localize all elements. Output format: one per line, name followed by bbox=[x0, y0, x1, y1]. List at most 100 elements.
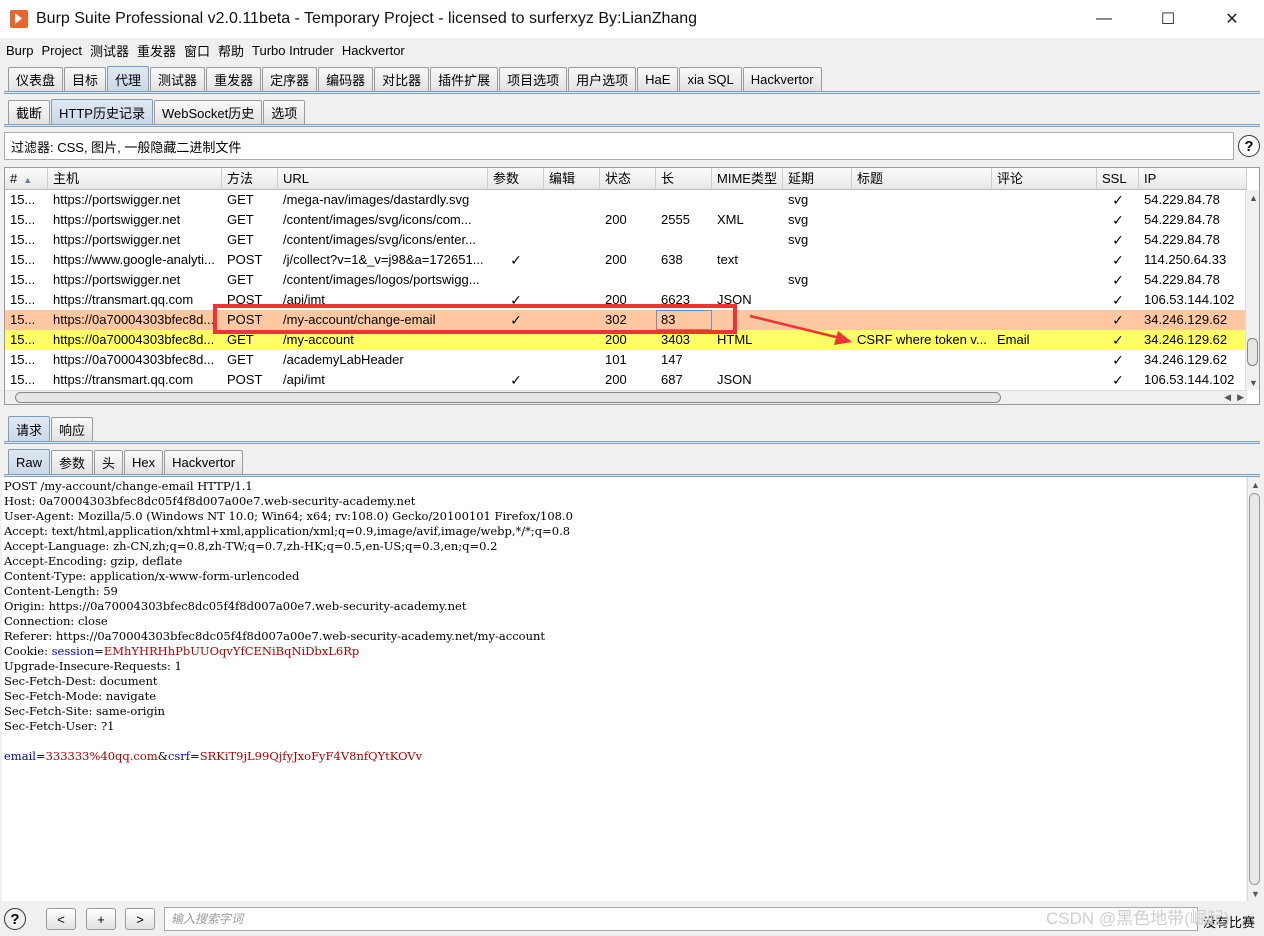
menu-item[interactable]: Project bbox=[41, 43, 81, 58]
proxy-tab[interactable]: HTTP历史记录 bbox=[51, 99, 153, 124]
column-header[interactable]: 方法 bbox=[222, 168, 278, 190]
column-header[interactable]: 编辑 bbox=[544, 168, 600, 190]
next-match-button[interactable]: > bbox=[125, 908, 155, 930]
cell-mime bbox=[712, 350, 783, 370]
main-tab[interactable]: 项目选项 bbox=[499, 67, 568, 91]
main-tab[interactable]: 重发器 bbox=[206, 67, 262, 91]
cell-mime: JSON bbox=[717, 372, 752, 387]
cell-edited bbox=[544, 190, 600, 210]
sort-ascending-icon: ▲ bbox=[23, 175, 33, 185]
column-header[interactable]: # ▲ bbox=[5, 168, 48, 190]
search-help-icon[interactable]: ? bbox=[4, 908, 26, 930]
cell-ssl: ✓ bbox=[1112, 372, 1124, 388]
main-tab[interactable]: 插件扩展 bbox=[430, 67, 499, 91]
cell-ip: 54.229.84.78 bbox=[1144, 212, 1220, 227]
column-header[interactable]: 标题 bbox=[852, 168, 992, 190]
view-tab[interactable]: 头 bbox=[94, 450, 124, 474]
cell-ssl: ✓ bbox=[1112, 212, 1124, 228]
reqresp-tab[interactable]: 响应 bbox=[51, 417, 94, 441]
main-tab[interactable]: 用户选项 bbox=[568, 67, 637, 91]
maximize-button[interactable]: ☐ bbox=[1136, 0, 1200, 38]
editor-scroll-thumb[interactable] bbox=[1249, 493, 1260, 885]
menu-item[interactable]: 重发器 bbox=[137, 41, 176, 60]
request-line: Host: 0a70004303bfec8dc05f4f8d007a00e7.w… bbox=[4, 494, 1246, 509]
request-line: Origin: https://0a70004303bfec8dc05f4f8d… bbox=[4, 599, 1246, 614]
view-tab[interactable]: 参数 bbox=[51, 450, 94, 474]
request-text: Origin: https://0a70004303bfec8dc05f4f8d… bbox=[4, 599, 467, 613]
add-button[interactable]: + bbox=[86, 908, 116, 930]
minimize-button[interactable]: — bbox=[1072, 0, 1136, 38]
main-tab[interactable]: HaE bbox=[637, 67, 679, 91]
cell-url: /content/images/logos/portswigg... bbox=[283, 272, 480, 287]
main-tab[interactable]: 目标 bbox=[64, 67, 107, 91]
column-label: IP bbox=[1144, 171, 1157, 186]
main-tab[interactable]: 代理 bbox=[107, 66, 150, 91]
scroll-left-icon[interactable]: ◀ bbox=[1224, 392, 1231, 403]
column-header[interactable]: 主机 bbox=[48, 168, 222, 190]
column-header[interactable]: 状态 bbox=[600, 168, 656, 190]
proxy-tab[interactable]: WebSocket历史 bbox=[153, 100, 263, 124]
scroll-down-icon[interactable]: ▼ bbox=[1249, 378, 1258, 388]
table-vertical-scrollbar[interactable]: ▲ ▼ bbox=[1245, 190, 1259, 390]
table-row[interactable]: 15... https://transmart.qq.com POST/api/im… bbox=[5, 370, 1247, 390]
table-row[interactable]: 15... https://portswigger.net GET/content/… bbox=[5, 270, 1247, 290]
column-header[interactable]: 参数 bbox=[488, 168, 544, 190]
column-header[interactable]: URL bbox=[278, 168, 488, 190]
column-label: 参数 bbox=[493, 171, 520, 186]
reqresp-tab[interactable]: 请求 bbox=[8, 416, 51, 441]
main-tab[interactable]: 测试器 bbox=[150, 67, 206, 91]
scroll-up-icon[interactable]: ▲ bbox=[1249, 193, 1258, 203]
help-icon[interactable]: ? bbox=[1238, 135, 1260, 157]
scroll-right-icon[interactable]: ▶ bbox=[1237, 392, 1244, 403]
close-button[interactable]: ✕ bbox=[1200, 0, 1264, 38]
menu-item[interactable]: Turbo Intruder bbox=[252, 43, 334, 58]
table-row[interactable]: 15... https://www.google-analyti... POST/j… bbox=[5, 250, 1247, 270]
table-row[interactable]: 15... https://portswigger.net GET/content/… bbox=[5, 230, 1247, 250]
column-header[interactable]: SSL bbox=[1097, 168, 1139, 190]
cell-title bbox=[852, 210, 992, 230]
table-row[interactable]: 15... https://portswigger.net GET/mega-nav… bbox=[5, 190, 1247, 210]
proxy-tab[interactable]: 截断 bbox=[8, 100, 51, 124]
cell-num: 15... bbox=[10, 312, 36, 327]
main-tab[interactable]: 编码器 bbox=[318, 67, 374, 91]
hscroll-thumb[interactable] bbox=[15, 392, 1001, 403]
cell-host: https://portswigger.net bbox=[53, 232, 181, 247]
proxy-tab[interactable]: 选项 bbox=[263, 100, 306, 124]
search-input[interactable]: 输入搜索字词 bbox=[164, 907, 1198, 931]
request-line: Accept-Language: zh-CN,zh;q=0.8,zh-TW;q=… bbox=[4, 539, 1246, 554]
main-tab[interactable]: Hackvertor bbox=[742, 67, 822, 91]
column-header[interactable]: IP bbox=[1139, 168, 1247, 190]
editor-scrollbar[interactable]: ▲ ▼ bbox=[1247, 477, 1261, 901]
main-tab[interactable]: 对比器 bbox=[374, 67, 430, 91]
cell-comment: Email bbox=[997, 332, 1030, 347]
menu-item[interactable]: 测试器 bbox=[90, 41, 129, 60]
prev-match-button[interactable]: < bbox=[46, 908, 76, 930]
table-row[interactable]: 15... https://portswigger.net GET/content/… bbox=[5, 210, 1247, 230]
column-header[interactable]: 评论 bbox=[992, 168, 1097, 190]
request-editor[interactable]: POST /my-account/change-email HTTP/1.1 Ho… bbox=[2, 477, 1246, 901]
menu-item[interactable]: 帮助 bbox=[218, 41, 244, 60]
cell-host: https://portswigger.net bbox=[53, 272, 181, 287]
main-tab[interactable]: xia SQL bbox=[679, 67, 742, 91]
editor-scroll-up-icon[interactable]: ▲ bbox=[1251, 480, 1260, 490]
main-tab[interactable]: 定序器 bbox=[262, 67, 318, 91]
menu-item[interactable]: Hackvertor bbox=[342, 43, 405, 58]
scroll-thumb[interactable] bbox=[1247, 338, 1258, 366]
editor-scroll-down-icon[interactable]: ▼ bbox=[1251, 889, 1260, 899]
view-tab[interactable]: Raw bbox=[8, 449, 51, 474]
menu-item[interactable]: 窗口 bbox=[184, 41, 210, 60]
cell-comment bbox=[992, 250, 1097, 270]
red-highlight-box bbox=[213, 304, 737, 334]
filter-bar[interactable]: 过滤器: CSS, 图片, 一般隐藏二进制文件 bbox=[4, 132, 1234, 160]
column-header[interactable]: 延期 bbox=[783, 168, 852, 190]
column-header[interactable]: MIME类型 bbox=[712, 168, 783, 190]
column-header[interactable]: 长 bbox=[656, 168, 712, 190]
menu-item[interactable]: Burp bbox=[6, 43, 33, 58]
table-row[interactable]: 15... https://0a70004303bfec8d... GET/acad… bbox=[5, 350, 1247, 370]
view-tab[interactable]: Hex bbox=[124, 450, 164, 474]
main-tab[interactable]: 仪表盘 bbox=[8, 67, 64, 91]
view-tab[interactable]: Hackvertor bbox=[164, 450, 244, 474]
pane-splitter[interactable] bbox=[0, 407, 1264, 413]
table-horizontal-scrollbar[interactable]: ◀ ▶ bbox=[5, 390, 1247, 404]
